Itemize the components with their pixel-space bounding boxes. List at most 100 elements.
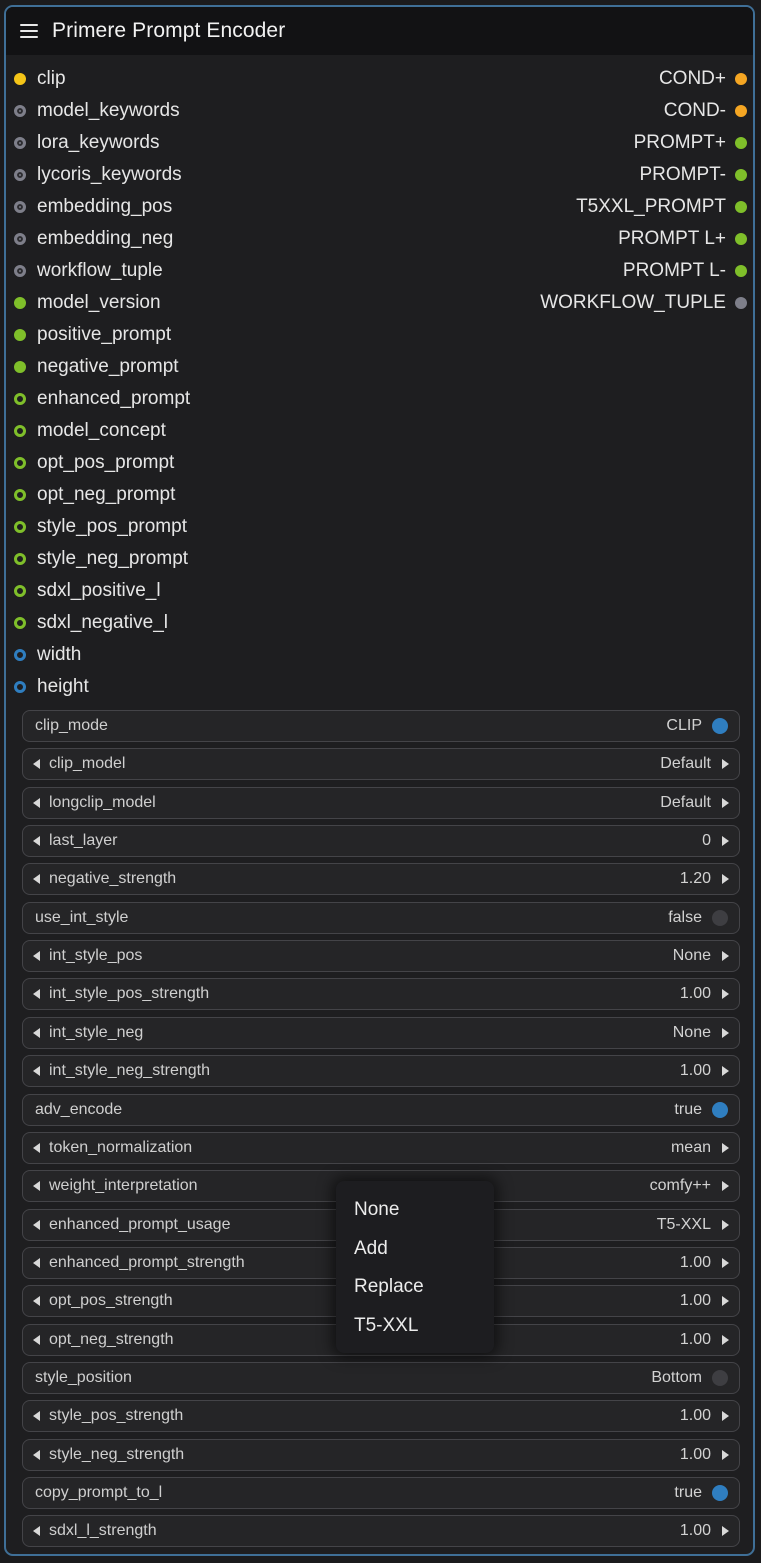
decrement-arrow-icon[interactable] [33,1526,40,1536]
input-slot-sdxl-negative-l[interactable]: sdxl_negative_l [6,607,168,639]
increment-arrow-icon[interactable] [722,1411,729,1421]
hamburger-menu-icon[interactable] [20,23,40,39]
input-connector-dot[interactable] [14,329,26,341]
widget-clip-model[interactable]: clip_model Default [22,748,740,780]
input-connector-dot[interactable] [14,425,26,437]
enhanced-prompt-usage-dropdown-menu[interactable]: None Add Replace T5-XXL [336,1181,494,1353]
output-slot-prompt[interactable]: PROMPT+ [634,127,753,159]
widget-adv-encode[interactable]: adv_encode true [22,1094,740,1126]
input-slot-embedding-pos[interactable]: embedding_pos [6,191,172,223]
increment-arrow-icon[interactable] [722,798,729,808]
output-connector-dot[interactable] [735,169,747,181]
input-connector-dot[interactable] [14,297,26,309]
decrement-arrow-icon[interactable] [33,1258,40,1268]
output-slot-prompt[interactable]: PROMPT- [639,159,753,191]
input-connector-dot[interactable] [14,105,26,117]
input-slot-style-neg-prompt[interactable]: style_neg_prompt [6,543,188,575]
input-slot-width[interactable]: width [6,639,81,671]
decrement-arrow-icon[interactable] [33,1028,40,1038]
output-slot-cond[interactable]: COND- [664,95,753,127]
increment-arrow-icon[interactable] [722,836,729,846]
decrement-arrow-icon[interactable] [33,1335,40,1345]
dropdown-option-t5-xxl[interactable]: T5-XXL [354,1315,418,1337]
input-slot-clip[interactable]: clip [6,63,66,95]
toggle-indicator-icon[interactable] [712,1370,728,1386]
increment-arrow-icon[interactable] [722,874,729,884]
input-slot-height[interactable]: height [6,671,89,703]
dropdown-option-none[interactable]: None [354,1199,399,1221]
increment-arrow-icon[interactable] [722,1143,729,1153]
widget-copy-prompt-to-l[interactable]: copy_prompt_to_l true [22,1477,740,1509]
increment-arrow-icon[interactable] [722,1450,729,1460]
increment-arrow-icon[interactable] [722,1028,729,1038]
input-connector-dot[interactable] [14,73,26,85]
input-slot-positive-prompt[interactable]: positive_prompt [6,319,171,351]
input-connector-dot[interactable] [14,265,26,277]
toggle-indicator-icon[interactable] [712,1102,728,1118]
input-slot-lora-keywords[interactable]: lora_keywords [6,127,160,159]
widget-use-int-style[interactable]: use_int_style false [22,902,740,934]
output-connector-dot[interactable] [735,201,747,213]
node-title-bar[interactable]: Primere Prompt Encoder [6,7,753,55]
widget-negative-strength[interactable]: negative_strength 1.20 [22,863,740,895]
increment-arrow-icon[interactable] [722,1220,729,1230]
increment-arrow-icon[interactable] [722,1526,729,1536]
output-slot-prompt-l[interactable]: PROMPT L- [623,255,753,287]
dropdown-option-replace[interactable]: Replace [354,1276,424,1298]
output-connector-dot[interactable] [735,297,747,309]
input-slot-embedding-neg[interactable]: embedding_neg [6,223,173,255]
increment-arrow-icon[interactable] [722,1066,729,1076]
input-slot-negative-prompt[interactable]: negative_prompt [6,351,179,383]
input-connector-dot[interactable] [14,201,26,213]
decrement-arrow-icon[interactable] [33,798,40,808]
input-slot-model-keywords[interactable]: model_keywords [6,95,180,127]
input-slot-opt-pos-prompt[interactable]: opt_pos_prompt [6,447,174,479]
increment-arrow-icon[interactable] [722,1335,729,1345]
dropdown-option-add[interactable]: Add [354,1238,388,1260]
decrement-arrow-icon[interactable] [33,1181,40,1191]
widget-token-normalization[interactable]: token_normalization mean [22,1132,740,1164]
output-slot-workflow-tuple[interactable]: WORKFLOW_TUPLE [540,287,753,319]
output-connector-dot[interactable] [735,233,747,245]
input-connector-dot[interactable] [14,137,26,149]
widget-sdxl-l-strength[interactable]: sdxl_l_strength 1.00 [22,1515,740,1547]
output-connector-dot[interactable] [735,105,747,117]
decrement-arrow-icon[interactable] [33,759,40,769]
increment-arrow-icon[interactable] [722,1181,729,1191]
widget-last-layer[interactable]: last_layer 0 [22,825,740,857]
increment-arrow-icon[interactable] [722,1296,729,1306]
toggle-indicator-icon[interactable] [712,1485,728,1501]
increment-arrow-icon[interactable] [722,951,729,961]
decrement-arrow-icon[interactable] [33,1450,40,1460]
widget-style-neg-strength[interactable]: style_neg_strength 1.00 [22,1439,740,1471]
decrement-arrow-icon[interactable] [33,1143,40,1153]
input-slot-lycoris-keywords[interactable]: lycoris_keywords [6,159,182,191]
output-slot-t5xxl-prompt[interactable]: T5XXL_PROMPT [576,191,753,223]
increment-arrow-icon[interactable] [722,759,729,769]
output-connector-dot[interactable] [735,73,747,85]
widget-int-style-neg-strength[interactable]: int_style_neg_strength 1.00 [22,1055,740,1087]
input-slot-model-concept[interactable]: model_concept [6,415,166,447]
input-connector-dot[interactable] [14,489,26,501]
output-connector-dot[interactable] [735,265,747,277]
increment-arrow-icon[interactable] [722,1258,729,1268]
widget-longclip-model[interactable]: longclip_model Default [22,787,740,819]
decrement-arrow-icon[interactable] [33,874,40,884]
decrement-arrow-icon[interactable] [33,989,40,999]
input-connector-dot[interactable] [14,681,26,693]
widget-clip-mode[interactable]: clip_mode CLIP [22,710,740,742]
input-slot-style-pos-prompt[interactable]: style_pos_prompt [6,511,187,543]
decrement-arrow-icon[interactable] [33,951,40,961]
increment-arrow-icon[interactable] [722,989,729,999]
decrement-arrow-icon[interactable] [33,1411,40,1421]
output-slot-prompt-l[interactable]: PROMPT L+ [618,223,753,255]
input-slot-enhanced-prompt[interactable]: enhanced_prompt [6,383,190,415]
input-connector-dot[interactable] [14,361,26,373]
input-connector-dot[interactable] [14,233,26,245]
input-connector-dot[interactable] [14,585,26,597]
input-connector-dot[interactable] [14,521,26,533]
toggle-indicator-icon[interactable] [712,718,728,734]
widget-int-style-neg[interactable]: int_style_neg None [22,1017,740,1049]
widget-int-style-pos-strength[interactable]: int_style_pos_strength 1.00 [22,978,740,1010]
widget-int-style-pos[interactable]: int_style_pos None [22,940,740,972]
